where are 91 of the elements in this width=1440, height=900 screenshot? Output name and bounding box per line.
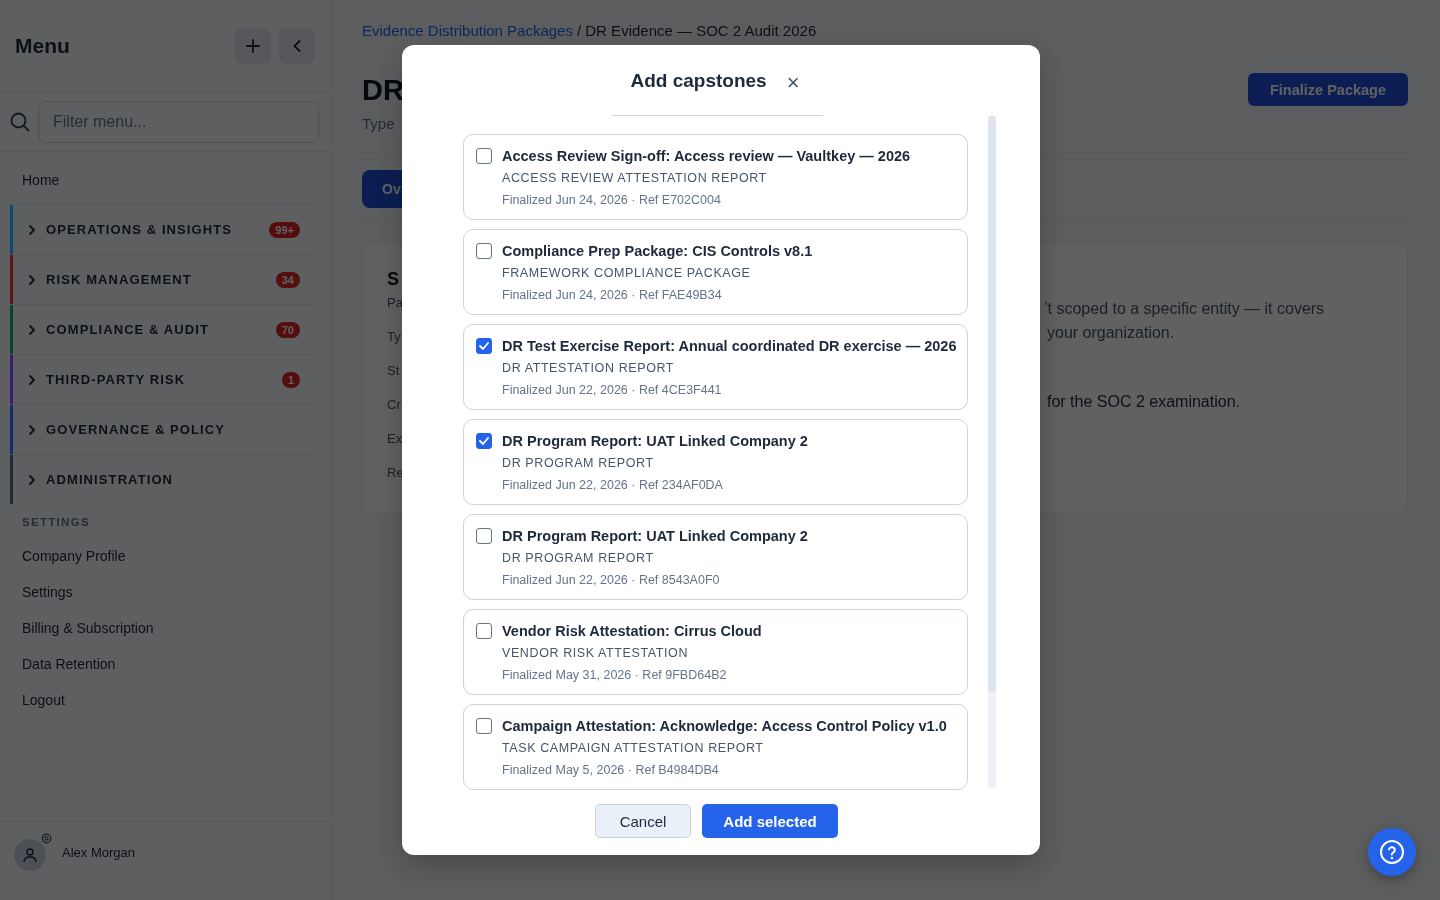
capstone-type: FRAMEWORK COMPLIANCE PACKAGE [502,265,752,282]
nav-group[interactable]: GOVERNANCE & POLICY [10,404,312,454]
nav-group[interactable]: ADMINISTRATION [10,454,312,504]
capstone-type: DR PROGRAM REPORT [502,550,655,567]
capstone-title: DR Test Exercise Report: Annual coordinated DR exercise — 2026 [502,337,957,356]
nav-group-label: THIRD-PARTY RISK [46,372,187,387]
nav-item[interactable]: Settings [10,574,85,610]
add-button[interactable] [235,28,271,64]
capstone-option[interactable]: Campaign Attestation: Acknowledge: Access Control Policy v1.0 TASK CAMPAIGN ATTESTATION REPORT Finalized May 5, 2026 · Ref B4984DB4 [463,704,968,790]
checkbox[interactable] [476,528,492,544]
count-badge: 34 [275,271,300,288]
card-heading: S [387,268,400,291]
add-selected-button[interactable]: Add selected [702,804,838,838]
description-text: your organization. [1047,323,1176,343]
capstone-type: VENDOR RISK ATTESTATION [502,645,690,662]
nav-group[interactable]: RISK MANAGEMENT 34 [10,254,312,304]
check-icon [479,437,489,445]
breadcrumb-current: / DR Evidence — SOC 2 Audit 2026 [576,22,817,40]
nav-item[interactable]: Logout [10,682,77,718]
checkbox[interactable] [476,338,492,354]
capstone-title: Vendor Risk Attestation: Cirrus Cloud [502,622,762,641]
capstone-option[interactable]: Vendor Risk Attestation: Cirrus Cloud VENDOR RISK ATTESTATION Finalized May 31, 2026 · Ref 9FBD64B2 [463,609,968,695]
user-icon [22,847,38,863]
capstone-meta: Finalized Jun 24, 2026 · Ref FAE49B34 [502,287,723,304]
checkbox[interactable] [476,623,492,639]
checkbox[interactable] [476,433,492,449]
field-label: Ty [387,329,402,345]
nav-item[interactable]: Home [10,152,312,204]
count-badge: 1 [281,371,300,388]
cancel-button[interactable]: Cancel [595,804,691,838]
capstone-type: DR ATTESTATION REPORT [502,360,676,377]
nav-item[interactable]: Data Retention [10,646,128,682]
capstone-option[interactable]: DR Program Report: UAT Linked Company 2 DR PROGRAM REPORT Finalized Jun 22, 2026 · Ref 8543A0F0 [463,514,968,600]
capstone-option[interactable]: DR Test Exercise Report: Annual coordinated DR exercise — 2026 DR ATTESTATION REPORT Finalized Jun 22, 2026 · Ref 4CE3F441 [463,324,968,410]
nav-group-label: OPERATIONS & INSIGHTS [46,222,234,237]
page-title: DR [362,73,402,108]
capstone-option[interactable]: DR Program Report: UAT Linked Company 2 DR PROGRAM REPORT Finalized Jun 22, 2026 · Ref 234AF0DA [463,419,968,505]
gear-icon [41,833,52,844]
breadcrumb-link[interactable]: Evidence Distribution Packages [362,22,573,40]
description-text: for the SOC 2 examination. [1047,392,1241,412]
capstone-type: DR PROGRAM REPORT [502,455,655,472]
description-text: ’t scoped to a specific entity — it covers [1044,299,1326,319]
nav-group[interactable]: THIRD-PARTY RISK 1 [10,354,312,404]
capstone-meta: Finalized May 31, 2026 · Ref 9FBD64B2 [502,667,728,684]
capstone-meta: Finalized Jun 22, 2026 · Ref 8543A0F0 [502,572,721,589]
field-label: Pa [387,295,403,311]
nav-group-label: COMPLIANCE & AUDIT [46,322,211,337]
finalize-button[interactable]: Finalize Package [1248,73,1408,106]
capstone-type: ACCESS REVIEW ATTESTATION REPORT [502,170,768,187]
scrollbar[interactable] [988,116,996,789]
checkbox[interactable] [476,718,492,734]
capstone-title: Campaign Attestation: Acknowledge: Access Control Policy v1.0 [502,717,947,736]
count-badge: 70 [275,321,300,338]
field-label: Ex [387,431,403,447]
dialog-title: Add capstones [630,70,767,92]
help-button[interactable] [1368,828,1416,876]
filter-field[interactable]: Filter menu... [38,101,319,143]
nav-group-label: GOVERNANCE & POLICY [46,422,227,437]
check-icon [479,342,489,350]
close-button[interactable]: × [786,72,800,94]
count-badge: 99+ [269,221,300,238]
capstone-title: DR Program Report: UAT Linked Company 2 [502,527,808,546]
overview-tab[interactable]: Ov [362,170,402,208]
nav-group[interactable]: COMPLIANCE & AUDIT 70 [10,304,312,354]
capstone-title: Access Review Sign-off: Access review — Vaultkey — 2026 [502,147,911,166]
capstone-type: TASK CAMPAIGN ATTESTATION REPORT [502,740,765,757]
avatar[interactable] [14,839,46,871]
menu-title: Menu [15,34,71,58]
checkbox[interactable] [476,243,492,259]
field-label: St [387,363,401,379]
nav-group-label: RISK MANAGEMENT [46,272,193,287]
question-icon [1379,839,1405,865]
section-heading: SETTINGS [21,515,91,530]
capstone-meta: Finalized Jun 22, 2026 · Ref 4CE3F441 [502,382,723,399]
capstone-title: DR Program Report: UAT Linked Company 2 [502,432,808,451]
capstone-meta: Finalized Jun 24, 2026 · Ref E702C004 [502,192,722,209]
capstone-meta: Finalized May 5, 2026 · Ref B4984DB4 [502,762,720,779]
capstone-option[interactable]: Access Review Sign-off: Access review — Vaultkey — 2026 ACCESS REVIEW ATTESTATION REPORT Finalized Jun 24, 2026 · Ref E702C004 [463,134,968,220]
search-icon [10,112,30,132]
nav-group[interactable]: OPERATIONS & INSIGHTS 99+ [10,204,312,254]
checkbox[interactable] [476,148,492,164]
capstone-meta: Finalized Jun 22, 2026 · Ref 234AF0DA [502,477,724,494]
field-label: Cr [387,397,402,413]
capstone-title: Compliance Prep Package: CIS Controls v8.1 [502,242,813,261]
capstone-option[interactable]: Compliance Prep Package: CIS Controls v8.1 FRAMEWORK COMPLIANCE PACKAGE Finalized Jun 24, 2026 · Ref FAE49B34 [463,229,968,315]
nav-item[interactable]: Billing & Subscription [10,610,166,646]
chevron-left-icon [293,40,301,52]
nav-group-label: ADMINISTRATION [46,472,175,487]
plus-icon [246,39,260,53]
nav-item[interactable]: Company Profile [10,538,138,574]
user-name: Alex Morgan [62,844,135,860]
